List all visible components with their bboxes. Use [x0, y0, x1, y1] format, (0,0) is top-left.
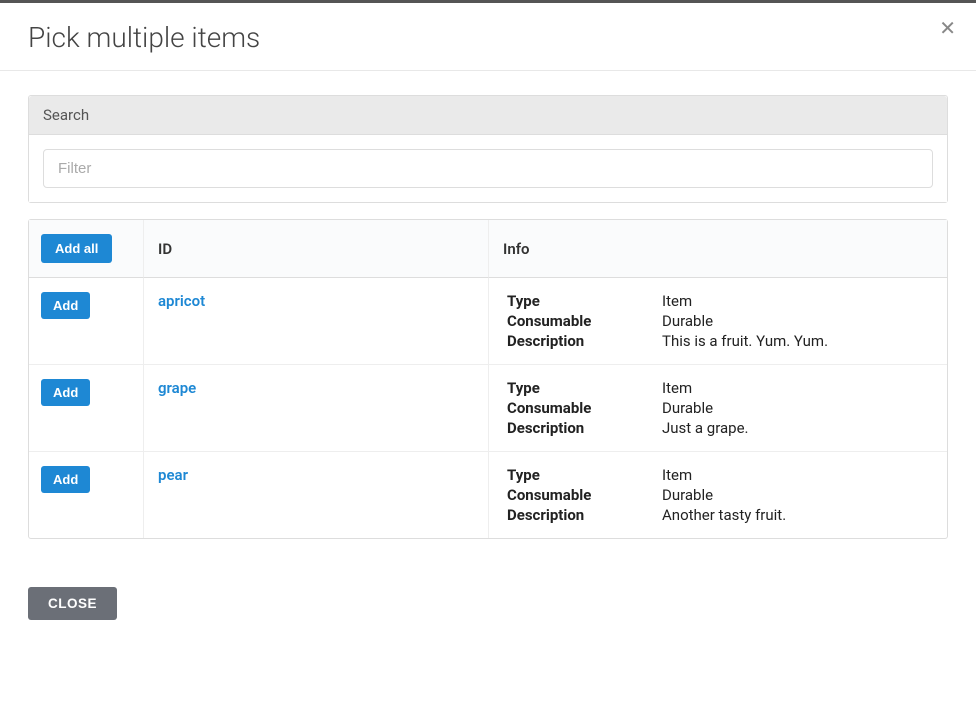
table-row: Add grape Type Item Consumable Durable D…	[29, 365, 947, 452]
info-grid: Type Item Consumable Durable Description…	[503, 466, 933, 524]
table-row: Add pear Type Item Consumable Durable De…	[29, 452, 947, 538]
info-label-description: Description	[507, 332, 652, 350]
filter-input[interactable]	[43, 149, 933, 188]
info-label-consumable: Consumable	[507, 312, 652, 330]
info-value-type: Item	[662, 466, 933, 484]
info-value-consumable: Durable	[662, 486, 933, 504]
search-panel-title: Search	[29, 96, 947, 135]
dialog-title: Pick multiple items	[28, 21, 948, 54]
add-button[interactable]: Add	[41, 379, 90, 406]
table-row: Add apricot Type Item Consumable Durable…	[29, 278, 947, 365]
info-label-description: Description	[507, 419, 652, 437]
search-panel: Search	[28, 95, 948, 203]
item-link-pear[interactable]: pear	[158, 466, 188, 484]
col-actions: Add all	[29, 220, 144, 278]
col-id-header: ID	[144, 220, 489, 278]
items-table: Add all ID Info Add apricot Typ	[28, 219, 948, 539]
info-value-type: Item	[662, 292, 933, 310]
info-value-type: Item	[662, 379, 933, 397]
close-button[interactable]: CLOSE	[28, 587, 117, 620]
dialog-body: Search Add all ID Info Add	[0, 71, 976, 715]
info-value-consumable: Durable	[662, 399, 933, 417]
info-label-type: Type	[507, 379, 652, 397]
dialog-header: Pick multiple items ✕	[0, 3, 976, 71]
info-grid: Type Item Consumable Durable Description…	[503, 292, 933, 350]
item-link-grape[interactable]: grape	[158, 379, 196, 397]
info-label-consumable: Consumable	[507, 486, 652, 504]
search-panel-body	[29, 135, 947, 202]
info-value-description: This is a fruit. Yum. Yum.	[662, 332, 933, 350]
info-label-consumable: Consumable	[507, 399, 652, 417]
col-info-header: Info	[489, 220, 947, 278]
add-button[interactable]: Add	[41, 466, 90, 493]
dialog-footer: CLOSE	[28, 539, 948, 620]
info-value-consumable: Durable	[662, 312, 933, 330]
close-icon[interactable]: ✕	[935, 15, 960, 43]
dialog: Pick multiple items ✕ Search Add all ID …	[0, 0, 976, 715]
info-value-description: Another tasty fruit.	[662, 506, 933, 524]
add-all-button[interactable]: Add all	[41, 234, 112, 263]
info-label-description: Description	[507, 506, 652, 524]
info-value-description: Just a grape.	[662, 419, 933, 437]
item-link-apricot[interactable]: apricot	[158, 292, 205, 310]
add-button[interactable]: Add	[41, 292, 90, 319]
info-label-type: Type	[507, 466, 652, 484]
info-label-type: Type	[507, 292, 652, 310]
info-grid: Type Item Consumable Durable Description…	[503, 379, 933, 437]
